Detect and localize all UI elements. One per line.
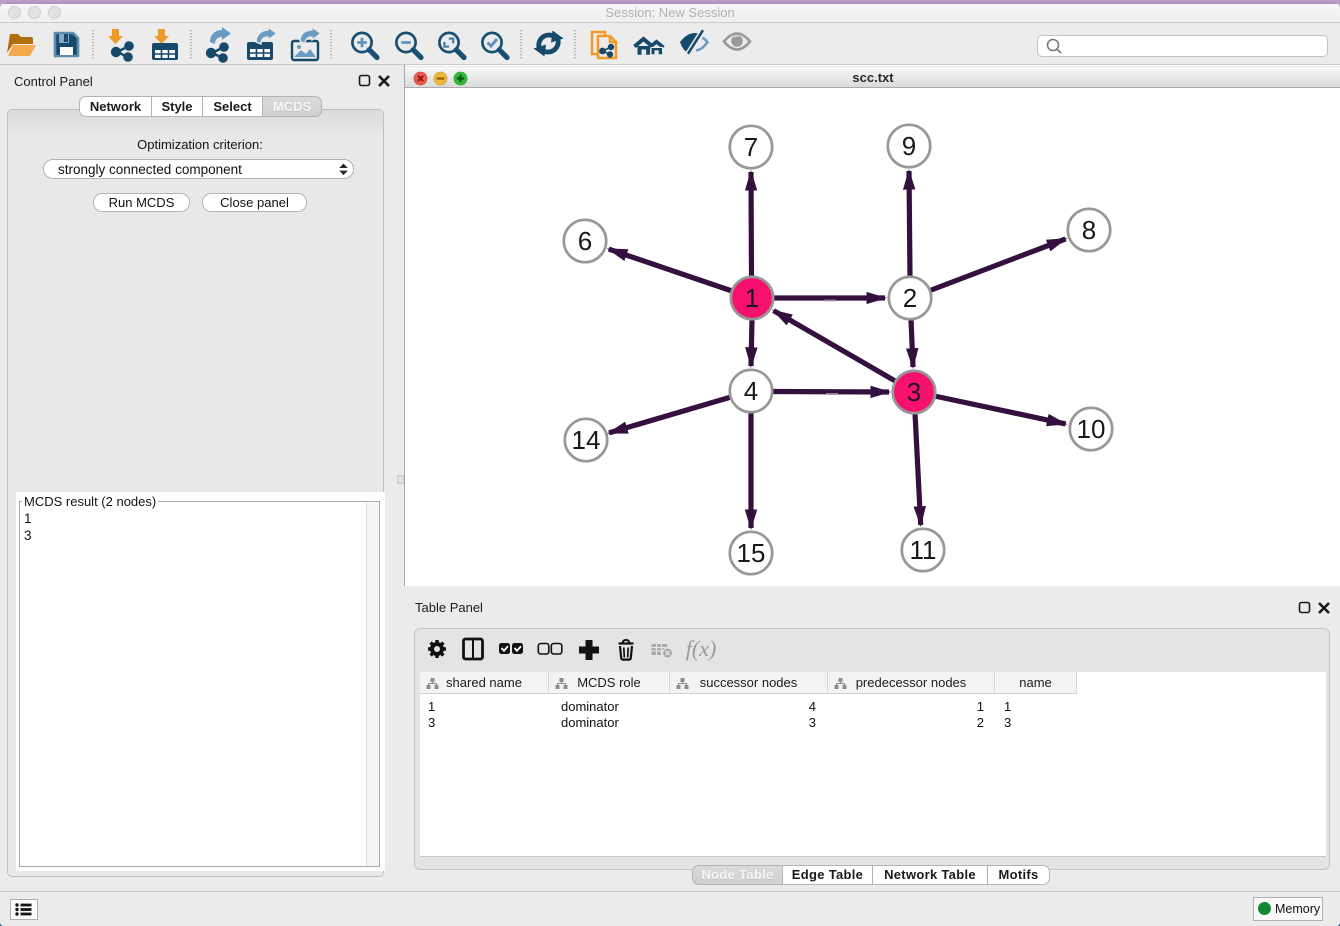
svg-text:11: 11	[909, 535, 936, 565]
svg-text:3: 3	[906, 377, 920, 407]
svg-text:15: 15	[736, 538, 765, 568]
svg-text:10: 10	[1076, 414, 1105, 444]
svg-text:7: 7	[743, 132, 757, 162]
svg-text:9: 9	[901, 131, 915, 161]
svg-text:6: 6	[577, 226, 591, 256]
svg-text:1: 1	[744, 283, 758, 313]
svg-text:4: 4	[743, 376, 757, 406]
svg-text:14: 14	[571, 425, 600, 455]
svg-text:f(x): f(x)	[686, 636, 717, 661]
svg-text:8: 8	[1081, 215, 1095, 245]
svg-text:2: 2	[902, 283, 916, 313]
